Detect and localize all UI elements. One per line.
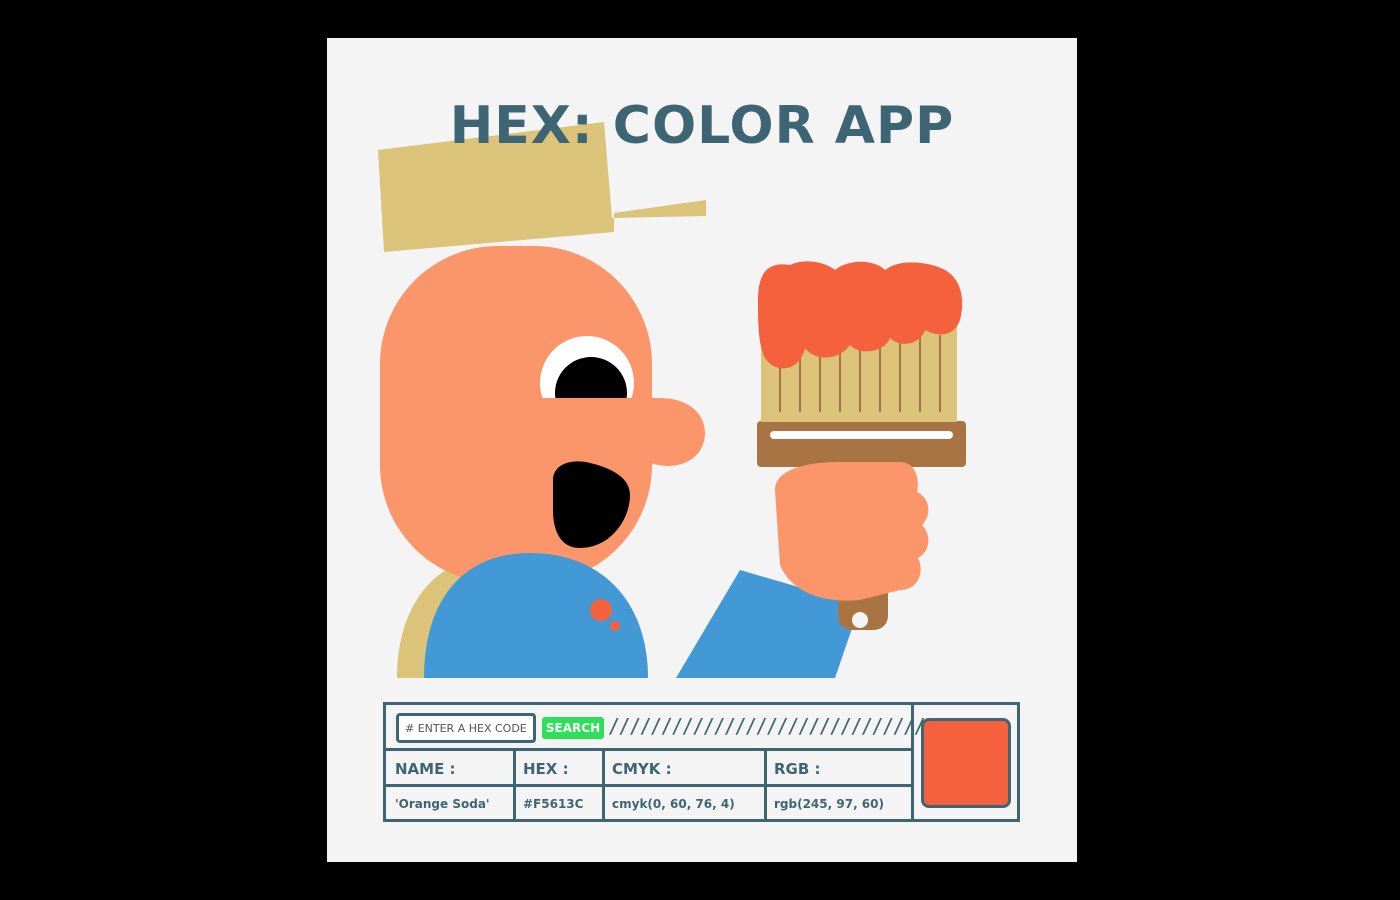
divider xyxy=(386,784,914,787)
color-swatch xyxy=(921,718,1011,808)
search-button[interactable]: SEARCH xyxy=(542,717,604,739)
divider xyxy=(764,748,767,822)
paint-spot-small xyxy=(610,621,620,631)
hex-value: #F5613C xyxy=(523,797,584,811)
name-header: NAME : xyxy=(395,760,456,778)
brush-handle-hole xyxy=(852,612,868,628)
divider xyxy=(911,705,914,822)
painter-hand xyxy=(775,462,929,601)
cmyk-value: cmyk(0, 60, 76, 4) xyxy=(612,797,735,811)
divider xyxy=(602,748,605,822)
page-title: HEX: COLOR APP xyxy=(449,96,955,156)
paint-spot-large xyxy=(590,599,612,621)
divider xyxy=(386,748,914,751)
divider xyxy=(513,748,516,822)
cmyk-header: CMYK : xyxy=(612,760,672,778)
rgb-value: rgb(245, 97, 60) xyxy=(774,797,884,811)
brush-ferrule xyxy=(757,421,966,467)
decorative-divider: ////////////////////////////// xyxy=(608,714,926,738)
name-value: 'Orange Soda' xyxy=(395,797,490,811)
hex-header: HEX : xyxy=(523,760,569,778)
brush-ferrule-highlight xyxy=(770,431,953,439)
rgb-header: RGB : xyxy=(774,760,821,778)
color-details-panel: SEARCH ////////////////////////////// NA… xyxy=(383,702,1020,822)
hex-search-input[interactable] xyxy=(396,713,536,743)
